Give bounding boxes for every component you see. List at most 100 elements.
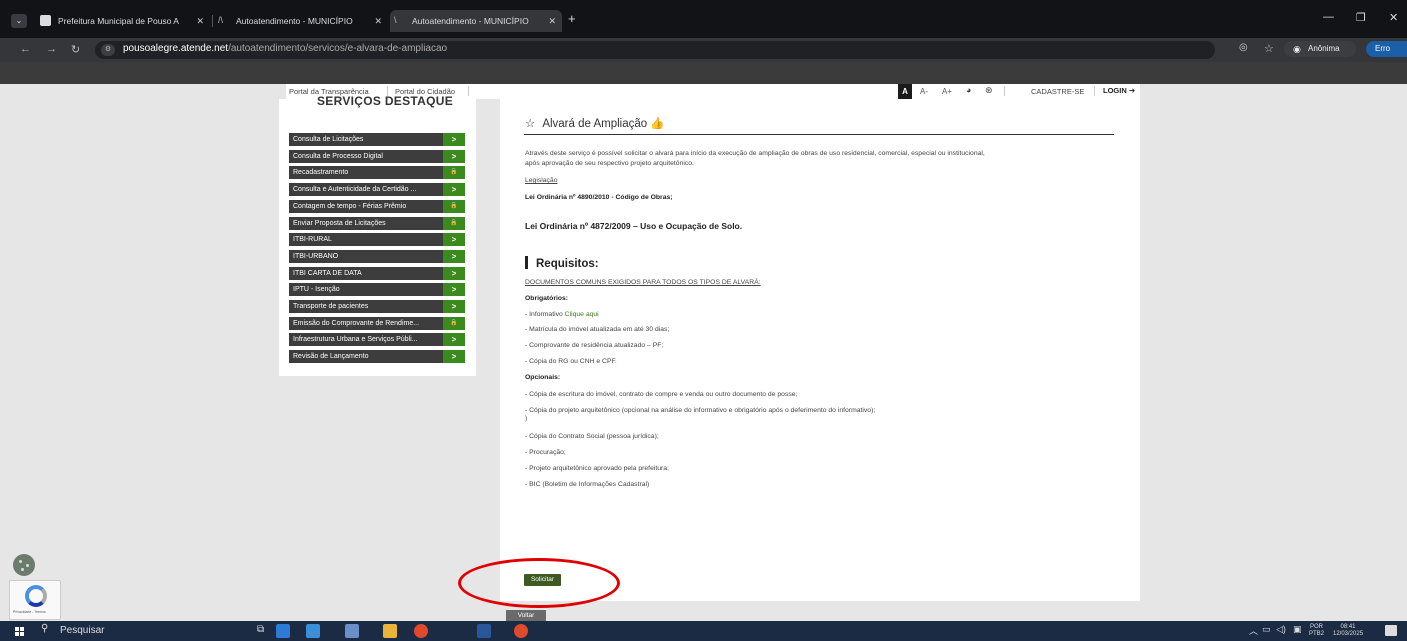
close-tab-icon[interactable]: ✕	[196, 10, 204, 32]
sidebar-item[interactable]: Emissão do Comprovante de Rendime... 🔒	[289, 316, 465, 330]
close-tab-icon[interactable]: ✕	[548, 10, 556, 32]
login-link[interactable]: LOGIN ➔	[1103, 86, 1135, 95]
informativo-text: - Informativo	[525, 311, 565, 318]
network-icon[interactable]: ▭	[1262, 624, 1271, 635]
windows-start-icon[interactable]	[15, 627, 24, 636]
font-decrease-button[interactable]: A-	[920, 84, 928, 99]
lock-icon[interactable]: 🔒	[443, 166, 465, 180]
page-top-strip	[0, 62, 1407, 84]
sidebar-item-label: Infraestrutura Urbana e Serviços Públi..…	[293, 336, 418, 344]
title-divider	[524, 134, 1114, 135]
favorite-star-icon[interactable]: ☆	[525, 118, 535, 130]
sidebar-item[interactable]: Enviar Proposta de Licitações 🔒	[289, 216, 465, 230]
font-increase-button[interactable]: A+	[942, 84, 952, 99]
accessibility-icon[interactable]: ⊛	[985, 85, 993, 96]
eye-off-icon[interactable]: ◎	[1239, 42, 1248, 53]
recaptcha-badge[interactable]: Privacidade - Termos	[9, 580, 61, 620]
chevron-right-icon[interactable]: >	[443, 233, 465, 247]
close-window-icon[interactable]: ✕	[1389, 11, 1398, 24]
page-title-text: Alvará de Ampliação	[542, 118, 648, 130]
legislacao-link[interactable]: Legislação	[525, 177, 558, 184]
page-content: Portal da Transparência Portal do Cidadã…	[0, 84, 1407, 621]
sidebar-item-label: Enviar Proposta de Licitações	[293, 219, 386, 227]
opcional-item: - Cópia do Contrato Social (pessoa juríd…	[525, 433, 659, 440]
bookmark-star-icon[interactable]: ☆	[1264, 42, 1274, 55]
error-badge[interactable]: Erro	[1366, 41, 1407, 57]
task-view-icon[interactable]: ⧉	[257, 624, 271, 638]
sidebar-item[interactable]: Consulta de Licitações >	[289, 133, 465, 146]
browser-tab-prefeitura[interactable]: Prefeitura Municipal de Pouso A ✕	[36, 10, 210, 32]
voltar-button[interactable]: Voltar	[506, 610, 546, 621]
cadastre-se-link[interactable]: CADASTRE-SE	[1031, 87, 1084, 96]
notification-icon[interactable]	[1385, 625, 1397, 636]
sidebar-item[interactable]: Contagem de tempo - Férias Prêmio 🔒	[289, 199, 465, 213]
sidebar-item[interactable]: Revisão de Lançamento >	[289, 350, 465, 364]
file-explorer-icon[interactable]	[383, 624, 397, 638]
forward-icon[interactable]: →	[46, 43, 57, 55]
lang-text: POR	[1310, 624, 1324, 630]
tray-chevron-icon[interactable]: ︿	[1249, 624, 1258, 637]
chevron-right-icon[interactable]: >	[443, 300, 465, 313]
chrome-active-icon[interactable]	[514, 624, 528, 638]
sidebar-item-label: Consulta de Processo Digital	[293, 152, 383, 160]
new-tab-icon[interactable]: +	[568, 11, 576, 26]
incognito-icon: ◉	[1293, 44, 1301, 54]
sidebar-item[interactable]: ITBI-RURAL >	[289, 233, 465, 247]
clock[interactable]: 08:41 12/03/2025	[1333, 624, 1363, 638]
clock-date: 12/03/2025	[1333, 631, 1364, 637]
chevron-right-icon[interactable]: >	[443, 133, 465, 146]
lock-icon[interactable]: 🔒	[443, 199, 465, 213]
sidebar-item[interactable]: Recadastramento 🔒	[289, 166, 465, 180]
lock-icon[interactable]: 🔒	[443, 316, 465, 330]
sidebar-item[interactable]: ITBI-URBANO >	[289, 249, 465, 263]
nav-divider	[1094, 86, 1095, 96]
chevron-right-icon[interactable]: >	[443, 183, 465, 197]
font-normal-button[interactable]: A	[898, 84, 912, 99]
site-info-icon[interactable]: ⚙	[101, 44, 115, 56]
language-indicator[interactable]: POR PTB2	[1309, 624, 1324, 638]
sidebar-item[interactable]: Infraestrutura Urbana e Serviços Públi..…	[289, 333, 465, 347]
url-input[interactable]: ⚙ pousoalegre.atende.net/autoatendimento…	[95, 41, 1215, 59]
chevron-right-icon[interactable]: >	[443, 283, 465, 297]
chevron-right-icon[interactable]: >	[443, 333, 465, 347]
back-icon[interactable]: ←	[20, 43, 31, 55]
taskbar-search-input[interactable]: Pesquisar	[60, 625, 104, 636]
sidebar-item-label: Recadastramento	[293, 169, 349, 177]
featured-services-title: SERVIÇOS DESTAQUE	[317, 94, 454, 108]
chevron-right-icon[interactable]: >	[443, 149, 465, 163]
app-copilot-icon[interactable]	[276, 624, 290, 638]
thumbs-up-icon[interactable]: 👍	[650, 118, 664, 130]
volume-icon[interactable]: ◁)	[1276, 624, 1286, 635]
minimize-icon[interactable]: —	[1323, 11, 1334, 23]
chevron-right-icon[interactable]: >	[443, 350, 465, 364]
maximize-icon[interactable]: ❐	[1356, 11, 1366, 24]
sidebar-item[interactable]: Consulta de Processo Digital >	[289, 149, 465, 163]
sidebar-item[interactable]: Transporte de pacientes >	[289, 300, 465, 313]
app-network-icon[interactable]	[345, 624, 359, 638]
sidebar-item[interactable]: IPTU - Isenção >	[289, 283, 465, 297]
word-icon[interactable]	[477, 624, 491, 638]
close-tab-icon[interactable]: ✕	[374, 10, 382, 32]
sidebar-item[interactable]: ITBI CARTA DE DATA >	[289, 266, 465, 280]
chevron-right-icon[interactable]: >	[443, 266, 465, 280]
incognito-badge[interactable]: ◉ Anônima	[1284, 41, 1356, 57]
tab-search-icon[interactable]: ⌄	[11, 14, 27, 28]
chevron-right-icon[interactable]: >	[443, 249, 465, 263]
incognito-label: Anônima	[1308, 44, 1340, 53]
chrome-icon[interactable]	[414, 624, 428, 638]
clique-aqui-link[interactable]: Clique aqui	[565, 311, 599, 318]
cookie-icon[interactable]	[13, 554, 35, 576]
sidebar-item[interactable]: Consulta e Autenticidade da Certidão ...…	[289, 183, 465, 197]
cookie-dot	[19, 560, 22, 563]
battery-icon[interactable]: ▣	[1293, 624, 1302, 635]
browser-tab-autoatendimento-1[interactable]: /\ Autoatendimento - MUNICÍPIO ✕	[214, 10, 388, 32]
recaptcha-logo-icon	[25, 585, 47, 607]
contrast-icon[interactable]: ◕	[966, 85, 971, 95]
reload-icon[interactable]: ↻	[71, 43, 80, 56]
search-icon[interactable]: ⚲	[41, 623, 48, 634]
browser-tab-autoatendimento-active[interactable]: \ Autoatendimento - MUNICÍPIO ✕	[390, 10, 562, 32]
lock-icon[interactable]: 🔒	[443, 216, 465, 230]
opcional-item: - Cópia do projeto arquitetônico (opcion…	[525, 407, 876, 414]
login-icon: ➔	[1128, 86, 1136, 95]
app-mail-icon[interactable]	[306, 624, 320, 638]
